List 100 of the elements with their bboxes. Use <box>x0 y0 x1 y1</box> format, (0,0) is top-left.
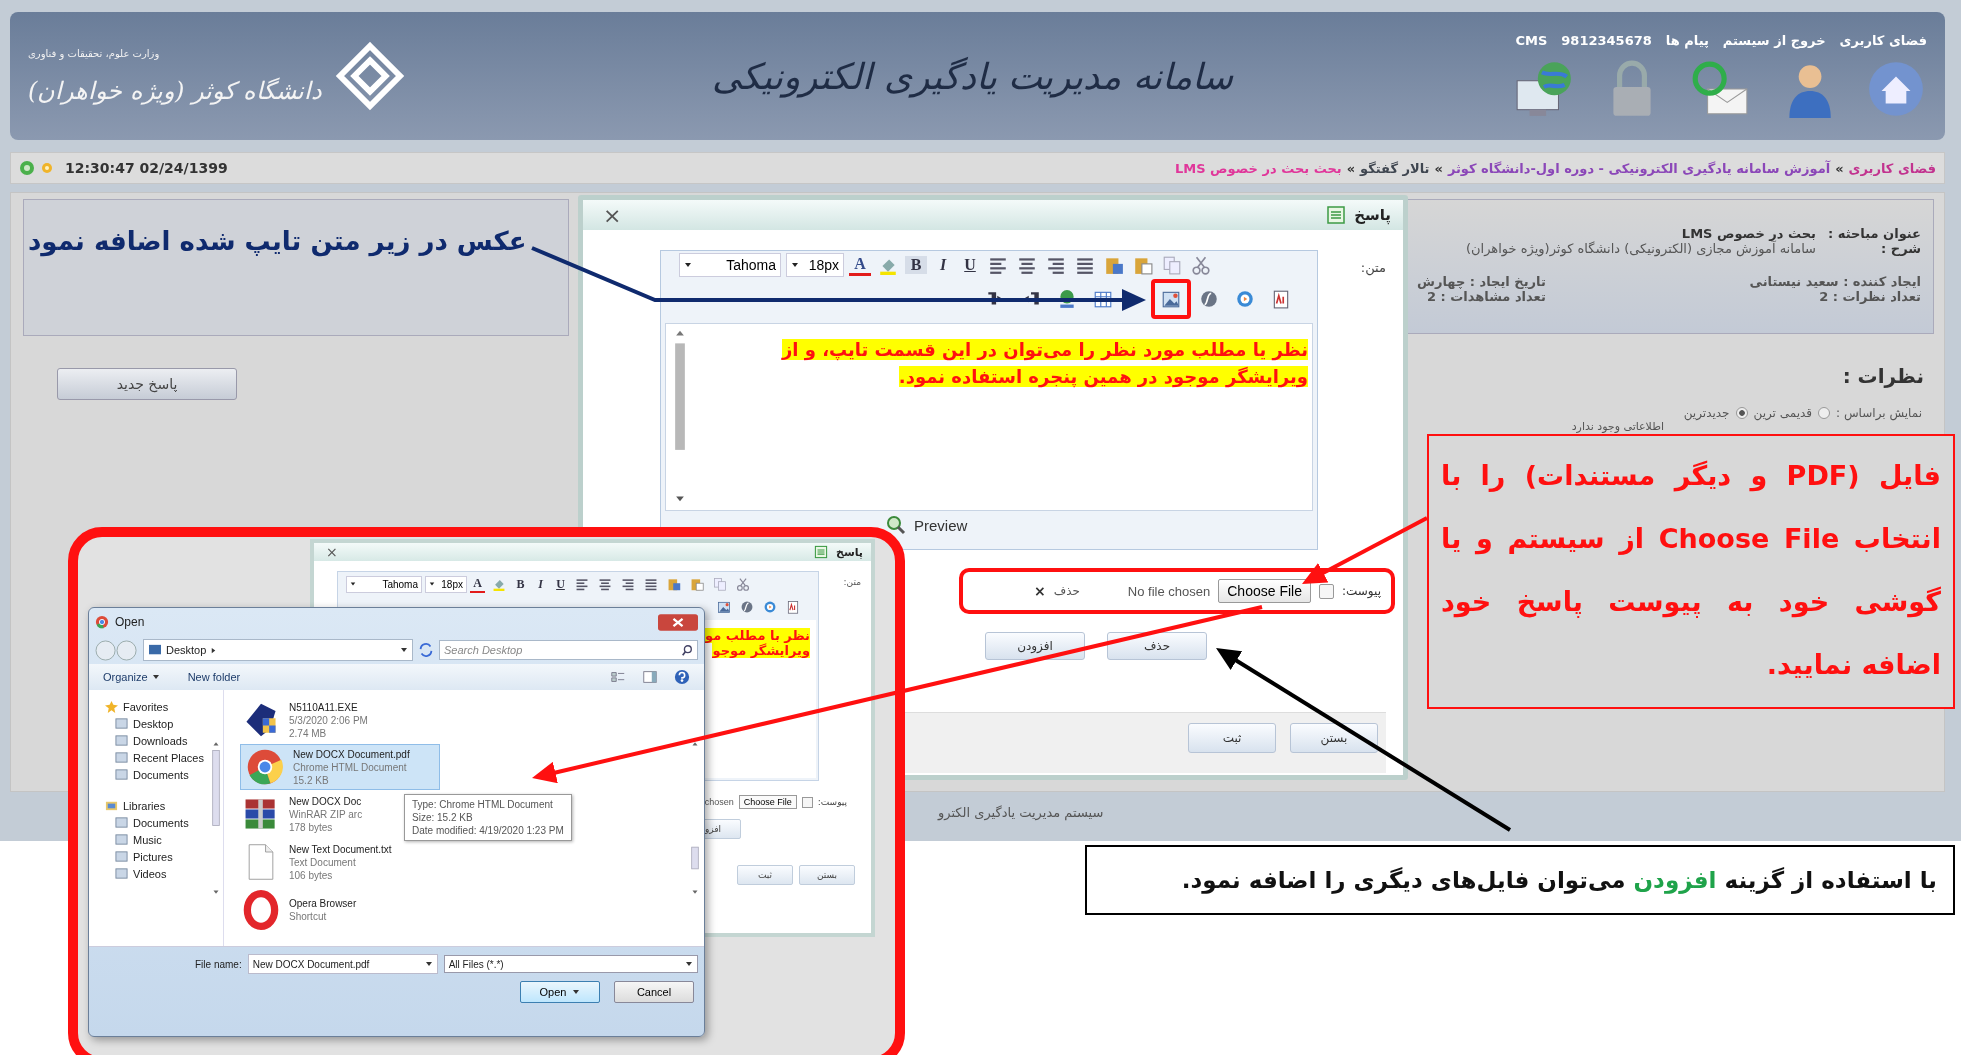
cut-icon[interactable] <box>1191 255 1211 275</box>
nav-item[interactable]: Music <box>105 831 223 848</box>
radio-button[interactable] <box>1818 407 1831 419</box>
special-icon[interactable] <box>1271 289 1291 309</box>
meta-text: ایجاد کننده : سعید نیستانی <box>1749 274 1921 289</box>
close-button[interactable]: × <box>603 202 622 228</box>
paste-icon[interactable] <box>1133 255 1153 275</box>
underline-button[interactable]: U <box>553 576 568 592</box>
link-icon[interactable] <box>1057 289 1077 309</box>
paste-word-icon[interactable] <box>1104 255 1124 275</box>
underline-button[interactable]: U <box>959 256 981 274</box>
header-link[interactable]: پیام ها <box>1665 32 1709 48</box>
font-select[interactable]: Tahoma <box>679 253 781 277</box>
header-link[interactable]: 9812345678 <box>1561 32 1652 48</box>
align-right-icon[interactable] <box>1046 255 1066 275</box>
caret-icon <box>424 960 433 968</box>
nav-item[interactable]: Documents <box>105 814 223 831</box>
dialog-button[interactable]: ثبت <box>1188 723 1276 753</box>
dialog-button[interactable]: بستن <box>799 865 855 885</box>
paste-word-icon[interactable] <box>667 577 681 591</box>
sun-icon <box>39 160 55 176</box>
footer-text: سیستم مدیریت یادگیری الکترو <box>938 805 1104 820</box>
size-select[interactable]: 18px <box>425 575 467 593</box>
breadcrumb-link[interactable]: فضای کاربری <box>1848 160 1936 176</box>
nav-item[interactable]: Videos <box>105 865 223 882</box>
justify-icon[interactable] <box>1075 255 1095 275</box>
preview-link[interactable]: Preview <box>914 516 968 534</box>
bold-button[interactable]: B <box>905 256 927 274</box>
address-field[interactable]: Desktop <box>143 639 413 661</box>
nav-item[interactable]: Documents <box>105 766 223 783</box>
font-select[interactable]: Tahoma <box>346 575 422 593</box>
header-link[interactable]: خروج از سیستم <box>1722 32 1826 48</box>
nav-item[interactable]: Favorites <box>105 698 223 715</box>
file-item[interactable]: New DOCX Document.pdf Chrome HTML Document 15.2 KB <box>240 744 440 790</box>
align-left-icon[interactable] <box>575 577 589 591</box>
cut-icon[interactable] <box>736 577 750 591</box>
sort-label: نمایش براساس : <box>1836 406 1922 420</box>
organize-menu[interactable]: Organize <box>103 671 148 683</box>
align-center-icon[interactable] <box>598 577 612 591</box>
italic-button[interactable]: I <box>932 256 954 274</box>
nav-item[interactable]: Desktop <box>105 715 223 732</box>
star-icon <box>105 700 118 713</box>
nav-item[interactable]: Downloads <box>105 732 223 749</box>
new-folder-button[interactable]: New folder <box>187 671 241 683</box>
dialog-button[interactable]: افزودن <box>985 632 1085 660</box>
field-value: بحث در خصوص LMS <box>1681 226 1816 241</box>
flash-icon[interactable] <box>1199 289 1219 309</box>
nav-item[interactable]: Libraries <box>105 797 223 814</box>
choose-file-button[interactable]: Choose File <box>1218 579 1311 603</box>
cancel-button[interactable]: Cancel <box>614 981 694 1003</box>
help-icon[interactable] <box>674 669 690 685</box>
font-color-button[interactable]: A <box>470 575 485 593</box>
align-center-icon[interactable] <box>1017 255 1037 275</box>
file-item[interactable]: New Text Document.txt Text Document 106 bytes <box>240 838 442 886</box>
dialog-button[interactable]: بستن <box>1290 723 1378 753</box>
flash-icon[interactable] <box>740 600 754 614</box>
checkbox[interactable] <box>1318 583 1334 599</box>
header-link[interactable]: CMS <box>1515 32 1548 48</box>
nav-item[interactable]: Pictures <box>105 848 223 865</box>
breadcrumb-link[interactable]: آموزش سامانه یادگیری الکترونیکی - دوره اول-دانشگاه کوثر <box>1447 160 1831 176</box>
close-icon[interactable] <box>658 613 698 631</box>
file-item[interactable]: Opera Browser Shortcut <box>240 886 442 934</box>
open-button[interactable]: Open <box>520 981 600 1003</box>
checkbox[interactable] <box>801 796 813 808</box>
font-color-button[interactable]: A <box>849 254 871 276</box>
image-icon[interactable] <box>1161 289 1181 309</box>
new-reply-button[interactable]: پاسخ جدید <box>57 368 237 400</box>
zoom-icon[interactable] <box>886 515 906 535</box>
file-item[interactable]: N5110A11.EXE 5/3/2020 2:06 PM 2.74 MB <box>240 696 442 744</box>
search-field[interactable]: Search Desktop <box>439 640 698 660</box>
breadcrumb-link[interactable]: تالار گفتگو <box>1360 160 1430 176</box>
view-icon[interactable] <box>610 669 626 685</box>
pane-icon[interactable] <box>642 669 658 685</box>
remove-link[interactable]: حذف <box>1053 584 1080 598</box>
remove-icon[interactable]: × <box>1033 583 1046 599</box>
radio-button[interactable] <box>1735 407 1748 419</box>
file-type-select[interactable]: All Files (*.*) <box>443 955 698 973</box>
media-icon[interactable] <box>1235 289 1255 309</box>
header-link[interactable]: فضای کاربری <box>1839 32 1927 48</box>
text-label: متن: <box>842 576 861 589</box>
media-icon[interactable] <box>763 600 777 614</box>
dialog-button[interactable]: حذف <box>1107 632 1207 660</box>
size-select[interactable]: 18px <box>786 253 844 277</box>
italic-button[interactable]: I <box>533 576 548 592</box>
choose-file-button[interactable]: Choose File <box>738 795 797 809</box>
align-left-icon[interactable] <box>988 255 1008 275</box>
bold-button[interactable]: B <box>513 576 528 592</box>
special-icon[interactable] <box>786 600 800 614</box>
image-icon[interactable] <box>717 600 731 614</box>
breadcrumb-separator: » <box>1346 160 1356 176</box>
dialog-button[interactable]: ثبت <box>737 865 793 885</box>
align-right-icon[interactable] <box>621 577 635 591</box>
justify-icon[interactable] <box>644 577 658 591</box>
refresh-icon[interactable] <box>417 641 435 659</box>
highlight-icon[interactable] <box>492 577 506 591</box>
folder-icon <box>115 717 128 730</box>
paste-icon[interactable] <box>690 577 704 591</box>
nav-item[interactable]: Recent Places <box>105 749 223 766</box>
close-button[interactable]: × <box>326 544 338 560</box>
file-name-field[interactable]: New DOCX Document.pdf <box>247 954 438 974</box>
